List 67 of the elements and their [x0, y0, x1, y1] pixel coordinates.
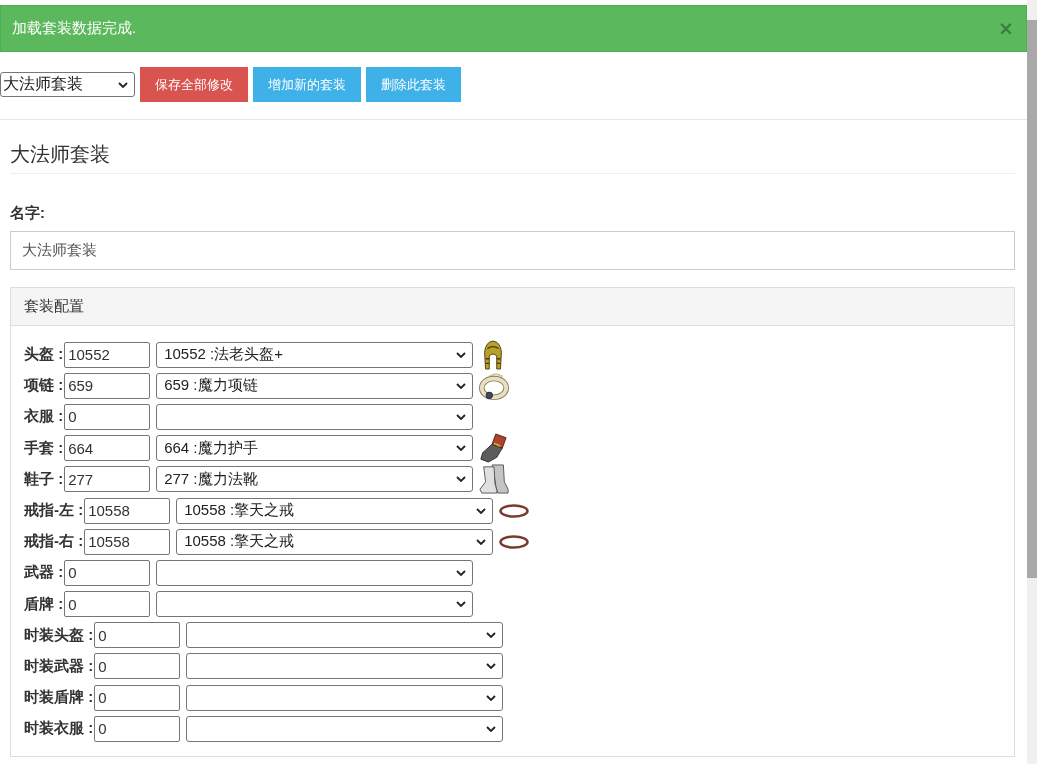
chevron-down-icon — [486, 663, 497, 670]
slot-label: 武器 : — [24, 563, 64, 583]
item-id-input[interactable]: 0 — [94, 622, 181, 649]
glove-icon — [479, 433, 508, 464]
item-id-input[interactable]: 0 — [64, 591, 151, 618]
item-select[interactable]: 659 :魔力项链 — [156, 372, 474, 399]
chevron-down-icon — [456, 351, 467, 358]
name-label: 名字: — [10, 204, 45, 221]
chevron-down-icon — [118, 81, 128, 88]
chevron-down-icon — [476, 507, 487, 514]
item-id-input[interactable]: 0 — [64, 403, 151, 430]
item-select[interactable]: 10558 :擎天之戒 — [176, 528, 494, 555]
item-id-input[interactable]: 0 — [94, 653, 181, 680]
item-id-input[interactable]: 664 — [64, 435, 151, 462]
chevron-down-icon — [486, 694, 497, 701]
chevron-down-icon — [456, 445, 467, 452]
chevron-down-icon — [456, 413, 467, 420]
item-select[interactable] — [186, 622, 504, 649]
slot-label: 衣服 : — [24, 407, 64, 427]
slot-label: 时装盾牌 : — [24, 688, 94, 708]
chevron-down-icon — [456, 476, 467, 483]
necklace-icon — [479, 370, 510, 401]
item-id-input[interactable]: 659 — [64, 372, 151, 399]
slot-label: 项链 : — [24, 376, 64, 396]
item-select[interactable] — [156, 559, 474, 586]
item-id-input[interactable]: 10558 — [84, 528, 171, 555]
item-select[interactable] — [156, 403, 474, 430]
slot-label: 戒指-左 : — [24, 501, 84, 521]
chevron-down-icon — [456, 601, 467, 608]
chevron-down-icon — [486, 632, 497, 639]
chevron-down-icon — [486, 725, 497, 732]
set-select[interactable]: 大法师套装 — [0, 72, 135, 97]
alert-message: 加载套装数据完成. — [12, 19, 137, 38]
chevron-down-icon — [476, 538, 487, 545]
item-id-input[interactable]: 10558 — [84, 497, 171, 524]
slot-label: 时装武器 : — [24, 656, 94, 676]
set-title: 大法师套装 — [10, 142, 1015, 174]
item-select[interactable] — [156, 591, 474, 618]
boots-icon — [479, 464, 510, 495]
item-id-input[interactable]: 0 — [94, 684, 181, 711]
chevron-down-icon — [456, 382, 467, 389]
item-select[interactable] — [186, 715, 504, 742]
name-input[interactable]: 大法师套装 — [10, 231, 1015, 270]
item-id-input[interactable]: 0 — [94, 715, 181, 742]
item-select[interactable]: 664 :魔力护手 — [156, 435, 474, 462]
item-id-input[interactable]: 10552 — [64, 341, 151, 368]
scrollbar[interactable] — [1027, 0, 1037, 764]
item-select[interactable]: 277 :魔力法靴 — [156, 466, 474, 493]
scrollbar-thumb[interactable] — [1027, 20, 1037, 578]
item-select[interactable]: 10552 :法老头盔+ — [156, 341, 474, 368]
slot-label: 手套 : — [24, 438, 64, 458]
slot-label: 盾牌 : — [24, 594, 64, 614]
ring-icon — [499, 503, 530, 518]
item-select[interactable]: 10558 :擎天之戒 — [176, 497, 494, 524]
item-select[interactable] — [186, 653, 504, 680]
item-select[interactable] — [186, 684, 504, 711]
slot-label: 头盔 : — [24, 345, 64, 365]
slot-label: 鞋子 : — [24, 469, 64, 489]
chevron-down-icon — [456, 569, 467, 576]
panel-title: 套装配置 — [24, 297, 84, 316]
item-id-input[interactable]: 0 — [64, 559, 151, 586]
ring-icon — [499, 534, 530, 549]
slot-label: 戒指-右 : — [24, 532, 84, 552]
toolbar-button[interactable]: 保存全部修改 — [140, 67, 248, 102]
slot-label: 时装头盔 : — [24, 625, 94, 645]
item-id-input[interactable]: 277 — [64, 466, 151, 493]
slot-label: 时装衣服 : — [24, 719, 94, 739]
